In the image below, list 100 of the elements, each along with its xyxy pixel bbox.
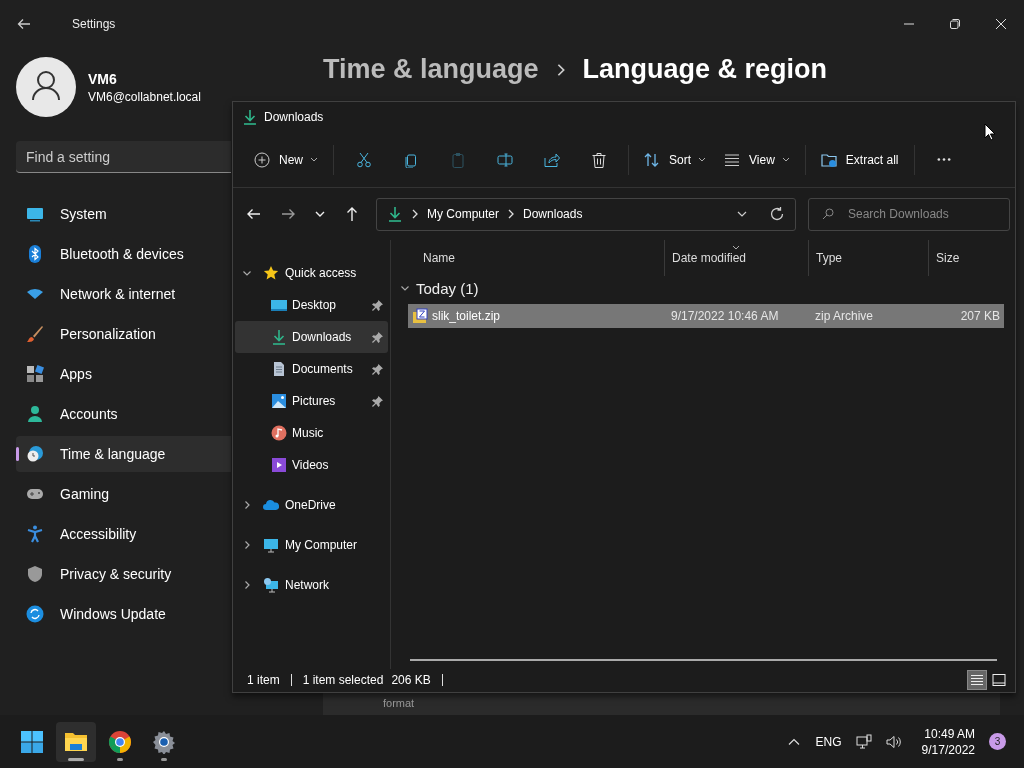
column-header[interactable]: Name [391, 240, 664, 276]
chevron-right-icon[interactable] [242, 500, 252, 510]
tree-item[interactable]: My Computer [235, 529, 388, 561]
gear-icon [152, 729, 176, 754]
group-label: Today (1) [416, 279, 479, 297]
person-icon [26, 405, 44, 423]
column-header[interactable]: Date modified [664, 240, 808, 276]
card-text: format [383, 697, 415, 709]
refresh-icon[interactable] [769, 206, 785, 222]
star-icon [263, 265, 279, 281]
search-input[interactable]: Search Downloads [848, 207, 1008, 221]
desktop-icon [271, 297, 287, 313]
chevron-right-icon[interactable] [242, 540, 252, 550]
document-icon [271, 361, 287, 377]
nav-item[interactable]: Time & language [16, 436, 231, 472]
caret-icon [781, 157, 790, 162]
tree-item[interactable]: OneDrive [235, 489, 388, 521]
list-icon [724, 151, 741, 168]
caret-icon [310, 157, 318, 162]
plus-icon [254, 151, 270, 168]
video-icon [271, 457, 287, 473]
window-title: Settings [72, 17, 116, 31]
chevron-down-icon [400, 283, 410, 293]
nav-item[interactable]: Bluetooth & devices [16, 236, 231, 272]
tree-item[interactable]: Downloads [235, 321, 388, 353]
tree-item[interactable]: Desktop [235, 289, 388, 321]
breadcrumb-link[interactable]: Time & language [323, 54, 539, 85]
address-bar[interactable]: My Computer Downloads [376, 197, 796, 231]
download-icon [271, 329, 287, 345]
nav-item[interactable]: Accessibility [16, 516, 231, 552]
folder-icon [820, 151, 837, 168]
scissors-icon [355, 151, 372, 168]
list-icon [970, 673, 984, 687]
brush-icon [26, 325, 44, 343]
file-name: slik_toilet.zip [432, 309, 501, 323]
rename-icon [496, 151, 513, 168]
cloud-icon [263, 497, 279, 513]
nav-item[interactable]: System [16, 196, 231, 232]
nav-item[interactable]: Windows Update [16, 596, 231, 632]
extract-all-button[interactable]: Extract all [811, 142, 908, 177]
column-header[interactable]: Type [808, 240, 928, 276]
nav-item[interactable]: Accounts [16, 396, 231, 432]
clock-date[interactable]: 9/17/2022 [921, 742, 975, 757]
tree-item[interactable]: Network [235, 569, 388, 601]
chevron-down-icon[interactable] [242, 268, 252, 278]
chevron-right-icon[interactable] [242, 580, 252, 590]
update-icon [26, 605, 44, 623]
nav-item[interactable]: Gaming [16, 476, 231, 512]
search-field[interactable]: Find a setting [16, 141, 231, 173]
share-icon [543, 151, 560, 168]
notification-badge[interactable]: 3 [989, 733, 1006, 750]
tree-item[interactable]: Documents [235, 353, 388, 385]
explorer-taskbar-button[interactable] [56, 721, 96, 762]
network-icon [263, 577, 279, 593]
sort-button[interactable]: Sort [635, 142, 716, 177]
window-title: Downloads [264, 110, 324, 124]
close-icon[interactable] [995, 18, 1007, 30]
start-icon [20, 729, 44, 754]
sort-caret-icon [732, 245, 740, 250]
tree-item[interactable]: Videos [235, 449, 388, 481]
language-indicator[interactable]: ENG [815, 734, 842, 749]
page-title: Language & region [582, 54, 828, 85]
column-header[interactable]: Size [928, 240, 1006, 276]
nav-item[interactable]: Privacy & security [16, 556, 231, 592]
clock-time[interactable]: 10:49 AM [924, 726, 975, 741]
trash-icon [590, 151, 607, 168]
user-name: VM6 [88, 70, 118, 87]
clipboard-icon [449, 151, 466, 168]
breadcrumb-item[interactable]: Downloads [523, 207, 583, 221]
sort-icon [644, 151, 660, 168]
nav-item[interactable]: Personalization [16, 316, 231, 352]
tiles-icon [992, 673, 1006, 687]
music-icon [271, 425, 287, 441]
view-button[interactable]: View [715, 142, 799, 177]
tree-item[interactable]: Pictures [235, 385, 388, 417]
tree-item[interactable]: Quick access [235, 257, 388, 289]
details-view-button[interactable] [967, 670, 987, 690]
status-text: 1 item selected [302, 673, 384, 687]
shield-icon [26, 565, 44, 583]
tree-item[interactable]: Music [235, 417, 388, 449]
new-button[interactable]: New [245, 142, 327, 177]
nav-item[interactable]: Network & internet [16, 276, 231, 312]
volume-icon[interactable] [885, 733, 902, 750]
copy-icon [402, 151, 419, 168]
maximize-icon[interactable] [949, 18, 961, 30]
breadcrumb-item[interactable]: My Computer [427, 207, 500, 221]
back-icon[interactable] [16, 16, 32, 32]
chevron-icon [412, 209, 418, 219]
search-box[interactable]: Search Downloads [808, 197, 1010, 231]
network-icon[interactable] [855, 733, 872, 750]
bluetooth-icon [26, 245, 44, 263]
status-text: 1 item [247, 673, 280, 687]
group-header[interactable]: Today (1) [400, 276, 1015, 300]
file-row[interactable]: slik_toilet.zip 9/17/2022 10:46 AM zip Archive 207 KB [408, 304, 1004, 328]
user-email: VM6@collabnet.local [88, 89, 201, 104]
caret-icon [698, 157, 707, 162]
scrollbar[interactable] [410, 659, 997, 661]
nav-item[interactable]: Apps [16, 356, 231, 392]
monitor-icon [263, 537, 279, 553]
apps-icon [26, 365, 44, 383]
